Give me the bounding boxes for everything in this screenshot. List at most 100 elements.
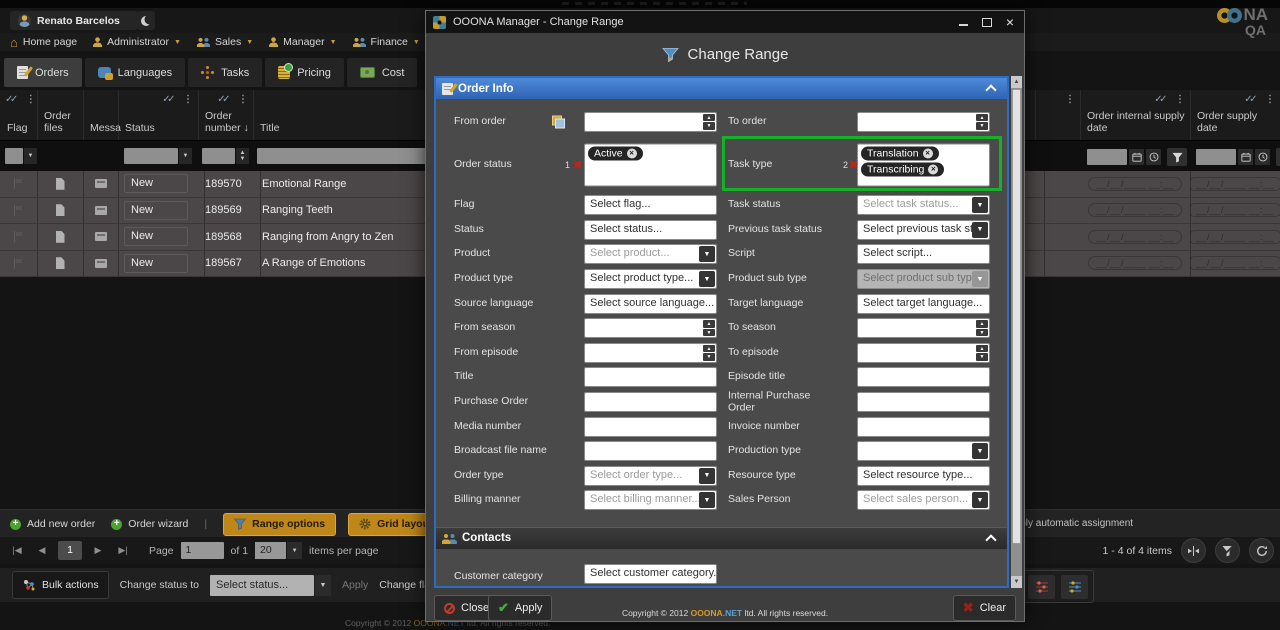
product-type-input[interactable]: Select product type... (584, 269, 717, 289)
spin-down-icon[interactable] (703, 122, 715, 130)
select-all-icon[interactable] (162, 94, 175, 105)
contacts-section-header[interactable]: Contacts (436, 527, 1007, 549)
dropdown-arrow-icon[interactable] (972, 222, 988, 238)
clock-icon[interactable] (1146, 149, 1161, 165)
menu-item-manager[interactable]: Manager (269, 36, 336, 48)
product-input[interactable]: Select product... (584, 244, 717, 264)
broadcast-file-name-input[interactable] (584, 441, 717, 461)
script-input[interactable]: Select script... (857, 244, 990, 264)
spin-up-icon[interactable] (976, 114, 988, 122)
scroll-up-icon[interactable] (1011, 76, 1022, 88)
status-filter[interactable] (124, 148, 192, 164)
clear-selection-icon[interactable] (573, 159, 582, 172)
tab-languages[interactable]: Languages (85, 58, 185, 87)
previous-task-status-input[interactable]: Select previous task sta... (857, 220, 990, 240)
column-header-order-number[interactable]: Order number ↓ (198, 90, 254, 140)
billing-manner-input[interactable]: Select billing manner... (584, 490, 717, 510)
title-input[interactable] (584, 367, 717, 387)
close-window-button[interactable] (1006, 17, 1014, 27)
maximize-button[interactable] (982, 18, 992, 27)
dropdown-arrow-icon[interactable] (972, 443, 988, 459)
document-icon[interactable] (56, 257, 65, 269)
filter-funnel-icon[interactable] (1276, 148, 1280, 166)
scrollbar-thumb[interactable] (1012, 89, 1021, 544)
spinner-buttons[interactable] (703, 320, 715, 336)
dropdown-arrow-icon[interactable] (972, 197, 988, 213)
tab-tasks[interactable]: Tasks (188, 58, 262, 87)
resource-type-input[interactable]: Select resource type... (857, 466, 990, 486)
tab-cost[interactable]: Cost (347, 58, 418, 87)
column-header-flag[interactable]: Flag (0, 90, 38, 140)
refresh-button[interactable] (1249, 538, 1274, 563)
column-header-status[interactable]: Status (118, 90, 199, 140)
select-all-icon[interactable] (217, 94, 230, 105)
column-header-order-internal-supply-date[interactable]: Order internal supply date (1080, 90, 1191, 140)
first-page-button[interactable]: |◀ (8, 545, 26, 556)
column-menu-icon[interactable] (1265, 94, 1275, 105)
column-menu-icon[interactable] (238, 94, 248, 105)
row-files-cell[interactable] (37, 251, 84, 277)
select-all-icon[interactable] (5, 94, 18, 105)
spin-down-icon[interactable] (976, 329, 988, 337)
invoice-number-input[interactable] (857, 417, 990, 437)
media-number-input[interactable] (584, 417, 717, 437)
order-wizard-button[interactable]: Order wizard (111, 518, 188, 530)
filter-funnel-icon[interactable] (1167, 148, 1187, 166)
flag-input[interactable]: Select flag... (584, 195, 717, 215)
row-files-cell[interactable] (37, 171, 84, 197)
scroll-down-icon[interactable] (1011, 576, 1022, 588)
remove-tag-icon[interactable] (928, 165, 938, 175)
items-per-page-select[interactable]: 20 (255, 542, 302, 559)
minimize-button[interactable] (959, 24, 968, 26)
spin-down-icon[interactable] (976, 122, 988, 130)
column-header-message[interactable]: Messa (83, 90, 119, 140)
column-header-order-supply-date[interactable]: Order supply date (1190, 90, 1280, 140)
internal-supply-date-filter[interactable] (1087, 148, 1187, 166)
sales-person-input[interactable]: Select sales person... (857, 490, 990, 510)
bulk-actions-button[interactable]: Bulk actions (12, 571, 109, 599)
row-message-cell[interactable] (83, 251, 119, 277)
order-info-section-header[interactable]: Order Info (436, 78, 1007, 99)
menu-item-sales[interactable]: Sales (197, 36, 253, 48)
collapse-chevron-icon[interactable] (985, 84, 996, 95)
target-language-input[interactable]: Select target language... (857, 294, 990, 314)
column-header-hidden[interactable] (1035, 90, 1081, 140)
tab-orders[interactable]: Orders (4, 58, 82, 87)
dialog-title-bar[interactable]: OOONA Manager - Change Range (426, 11, 1024, 33)
remove-tag-icon[interactable] (627, 149, 637, 159)
spin-down-icon[interactable] (976, 353, 988, 361)
tag-input[interactable]: TranslationTranscribing (857, 144, 990, 187)
calendar-icon[interactable] (1238, 149, 1253, 165)
dropdown-arrow-icon[interactable] (972, 271, 988, 287)
remove-tag-icon[interactable] (923, 149, 933, 159)
from-episode-input[interactable] (584, 343, 717, 363)
to-order-input[interactable] (857, 112, 990, 132)
spinner-buttons[interactable] (976, 345, 988, 361)
menu-item-home-page[interactable]: Home page (10, 36, 77, 48)
to-season-input[interactable] (857, 318, 990, 338)
tab-pricing[interactable]: Pricing (265, 58, 344, 87)
customer-category-input[interactable]: Select customer category... (584, 564, 717, 584)
supply-date-filter[interactable] (1196, 148, 1280, 166)
clock-icon[interactable] (1255, 149, 1270, 165)
message-icon[interactable] (95, 206, 107, 215)
apply-automatic-assignment-label[interactable]: Apply automatic assignment (1008, 518, 1133, 529)
document-icon[interactable] (56, 178, 65, 190)
dialog-scrollbar[interactable] (1011, 76, 1022, 588)
last-page-button[interactable]: ▶| (114, 545, 132, 556)
flag-filter[interactable] (5, 148, 37, 164)
column-menu-icon[interactable] (1175, 94, 1185, 105)
order-type-input[interactable]: Select order type... (584, 466, 717, 486)
tag-input[interactable]: Active (584, 144, 717, 187)
column-menu-icon[interactable] (1065, 94, 1075, 105)
prev-page-button[interactable]: ◀ (33, 545, 51, 556)
row-message-cell[interactable] (83, 224, 119, 250)
status-input[interactable]: Select status... (584, 220, 717, 240)
row-files-cell[interactable] (37, 224, 84, 250)
list-view-red-button[interactable] (1028, 575, 1055, 599)
spin-up-icon[interactable] (976, 345, 988, 353)
spinner-buttons[interactable] (703, 345, 715, 361)
row-message-cell[interactable] (83, 171, 119, 197)
row-flag-cell[interactable] (0, 198, 38, 224)
purchase-order-input[interactable] (584, 392, 717, 412)
